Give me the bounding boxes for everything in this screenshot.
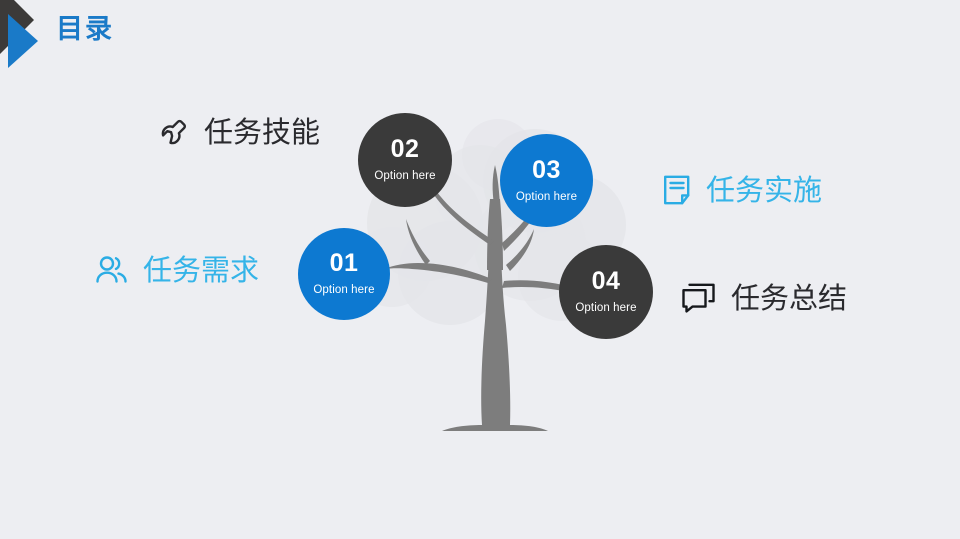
label-text: 任务总结	[731, 280, 848, 315]
node-subtitle: Option here	[374, 170, 436, 183]
label-task-skill[interactable]: 任务技能	[158, 116, 320, 148]
node-subtitle: Option here	[313, 284, 375, 297]
node-subtitle: Option here	[575, 302, 637, 315]
document-icon	[662, 174, 692, 206]
node-circle-04[interactable]: 04 Option here	[559, 245, 653, 339]
node-circle-03[interactable]: 03 Option here	[500, 134, 593, 227]
node-circle-02[interactable]: 02 Option here	[358, 113, 452, 207]
label-task-need[interactable]: 任务需求	[95, 254, 259, 286]
node-number: 02	[390, 135, 420, 164]
label-text: 任务需求	[143, 252, 260, 287]
node-subtitle: Option here	[515, 190, 578, 203]
wrench-icon	[158, 116, 190, 148]
chat-icon	[681, 282, 717, 314]
node-number: 04	[591, 267, 621, 296]
page-title: 目录	[56, 14, 114, 44]
double-arrow-logo-icon	[0, 0, 46, 72]
node-circle-01[interactable]: 01 Option here	[298, 228, 390, 320]
label-text: 任务技能	[204, 114, 321, 149]
label-task-summary[interactable]: 任务总结	[681, 282, 847, 314]
users-icon	[95, 254, 129, 286]
label-text: 任务实施	[706, 172, 823, 207]
node-number: 03	[532, 155, 561, 184]
slide-canvas: 目录 01 Option here 02 Option here 03 Opti…	[0, 0, 960, 539]
label-task-execution[interactable]: 任务实施	[662, 174, 822, 206]
node-number: 01	[329, 249, 359, 278]
